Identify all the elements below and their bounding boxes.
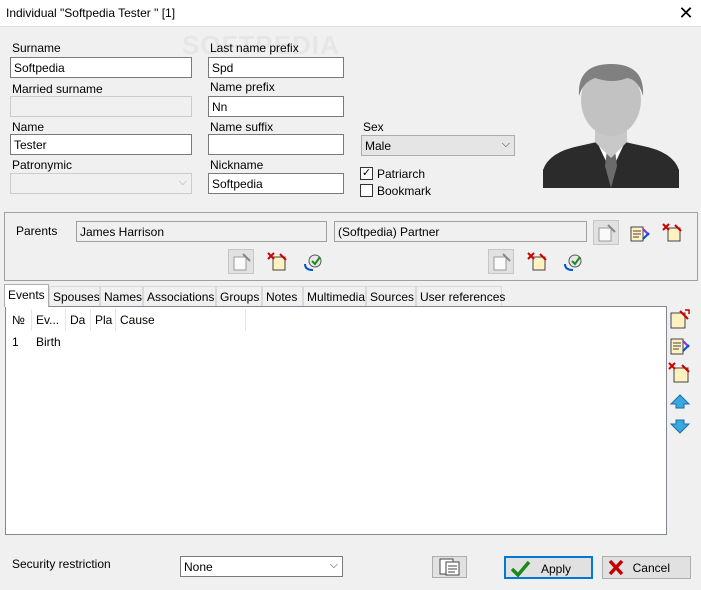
arrow-up-icon <box>669 394 691 409</box>
delete-father-button[interactable] <box>263 249 289 274</box>
married-surname-label: Married surname <box>12 82 103 96</box>
security-restriction-combo[interactable]: None ⌵ <box>180 556 343 577</box>
security-restriction-value: None <box>184 560 213 574</box>
cancel-x-icon <box>608 559 624 576</box>
select-father-button[interactable] <box>228 249 254 274</box>
last-name-prefix-label: Last name prefix <box>210 41 299 55</box>
sex-label: Sex <box>363 120 384 134</box>
tab-associations[interactable]: Associations <box>143 286 216 306</box>
delete-record-icon <box>662 223 682 242</box>
bookmark-checkbox[interactable] <box>360 184 373 197</box>
bookmark-label: Bookmark <box>377 184 432 198</box>
cell-number: 1 <box>12 335 19 349</box>
tab-names[interactable]: Names <box>100 286 143 306</box>
delete-event-button[interactable] <box>668 362 692 384</box>
patronymic-label: Patronymic <box>12 158 73 172</box>
column-header-event[interactable]: Ev... <box>36 313 59 327</box>
add-record-icon <box>670 309 690 329</box>
sex-combo[interactable]: Male ⌵ <box>361 135 515 156</box>
check-icon: ✓ <box>361 167 372 179</box>
column-header-number[interactable]: № <box>12 313 25 327</box>
add-event-button[interactable] <box>668 308 692 330</box>
chevron-down-icon: ⌵ <box>501 138 510 150</box>
tab-events[interactable]: Events <box>4 284 49 307</box>
delete-parents-button[interactable] <box>658 220 684 245</box>
name-label: Name <box>12 120 45 134</box>
married-surname-field <box>10 96 192 117</box>
select-record-icon <box>598 224 616 242</box>
name-suffix-label: Name suffix <box>210 120 274 134</box>
jump-to-record-icon <box>564 254 582 271</box>
tab-sources[interactable]: Sources <box>366 286 416 306</box>
select-record-icon <box>233 253 251 271</box>
mother-field[interactable]: (Softpedia) Partner <box>334 221 587 242</box>
delete-mother-button[interactable] <box>523 249 549 274</box>
tab-spouses[interactable]: Spouses <box>49 286 100 306</box>
jump-to-record-icon <box>304 254 322 271</box>
cell-event: Birth <box>36 335 61 349</box>
move-down-button[interactable] <box>668 416 692 438</box>
cancel-button[interactable]: Cancel <box>602 556 691 579</box>
sex-value: Male <box>365 139 392 153</box>
security-restriction-label: Security restriction <box>12 557 111 571</box>
window-title: Individual "Softpedia Tester " [1] <box>6 6 176 20</box>
select-parents-button[interactable] <box>593 220 619 245</box>
name-prefix-field[interactable]: Nn <box>208 96 344 117</box>
tab-groups[interactable]: Groups <box>216 286 262 306</box>
column-header-place[interactable]: Pla <box>95 313 112 327</box>
column-header-date[interactable]: Da <box>70 313 85 327</box>
avatar-photo[interactable] <box>543 62 679 188</box>
arrow-down-icon <box>669 419 691 434</box>
tab-user-references[interactable]: User references <box>416 286 505 306</box>
patriarch-label: Patriarch <box>377 167 426 181</box>
checkmark-icon <box>510 560 531 578</box>
name-suffix-field[interactable] <box>208 134 344 155</box>
column-header-cause[interactable]: Cause <box>120 313 155 327</box>
apply-button[interactable]: Apply <box>504 556 593 579</box>
patronymic-combo: ⌵ <box>10 173 192 194</box>
select-record-icon <box>493 253 511 271</box>
delete-record-icon <box>267 252 287 271</box>
move-up-button[interactable] <box>668 390 692 412</box>
jump-to-mother-button[interactable] <box>559 249 585 274</box>
copy-button[interactable] <box>432 556 467 578</box>
tab-multimedia[interactable]: Multimedia <box>303 286 366 306</box>
copy-icon <box>439 558 460 576</box>
edit-event-button[interactable] <box>668 335 692 357</box>
chevron-down-icon: ⌵ <box>329 559 338 571</box>
name-prefix-label: Name prefix <box>210 80 275 94</box>
edit-record-icon <box>670 338 690 355</box>
surname-label: Surname <box>12 41 61 55</box>
delete-record-icon <box>527 252 547 271</box>
person-silhouette-icon <box>543 64 679 188</box>
patriarch-checkbox[interactable]: ✓ <box>360 167 373 180</box>
jump-to-father-button[interactable] <box>299 249 325 274</box>
nickname-label: Nickname <box>210 158 264 172</box>
chevron-down-icon: ⌵ <box>178 176 187 188</box>
parents-label: Parents <box>16 224 58 238</box>
close-icon[interactable]: ✕ <box>671 0 701 27</box>
surname-field[interactable]: Softpedia <box>10 57 192 78</box>
events-table[interactable]: № Ev... Da Pla Cause 1 Birth <box>5 306 667 535</box>
nickname-field[interactable]: Softpedia <box>208 173 344 194</box>
edit-record-icon <box>630 226 650 242</box>
edit-parents-button[interactable] <box>625 220 651 245</box>
last-name-prefix-field[interactable]: Spd <box>208 57 344 78</box>
name-field[interactable]: Tester <box>10 134 192 155</box>
title-bar: Individual "Softpedia Tester " [1] ✕ <box>0 0 701 27</box>
tab-notes[interactable]: Notes <box>262 286 303 306</box>
delete-record-icon <box>668 362 690 383</box>
select-mother-button[interactable] <box>488 249 514 274</box>
father-field[interactable]: James Harrison <box>76 221 327 242</box>
